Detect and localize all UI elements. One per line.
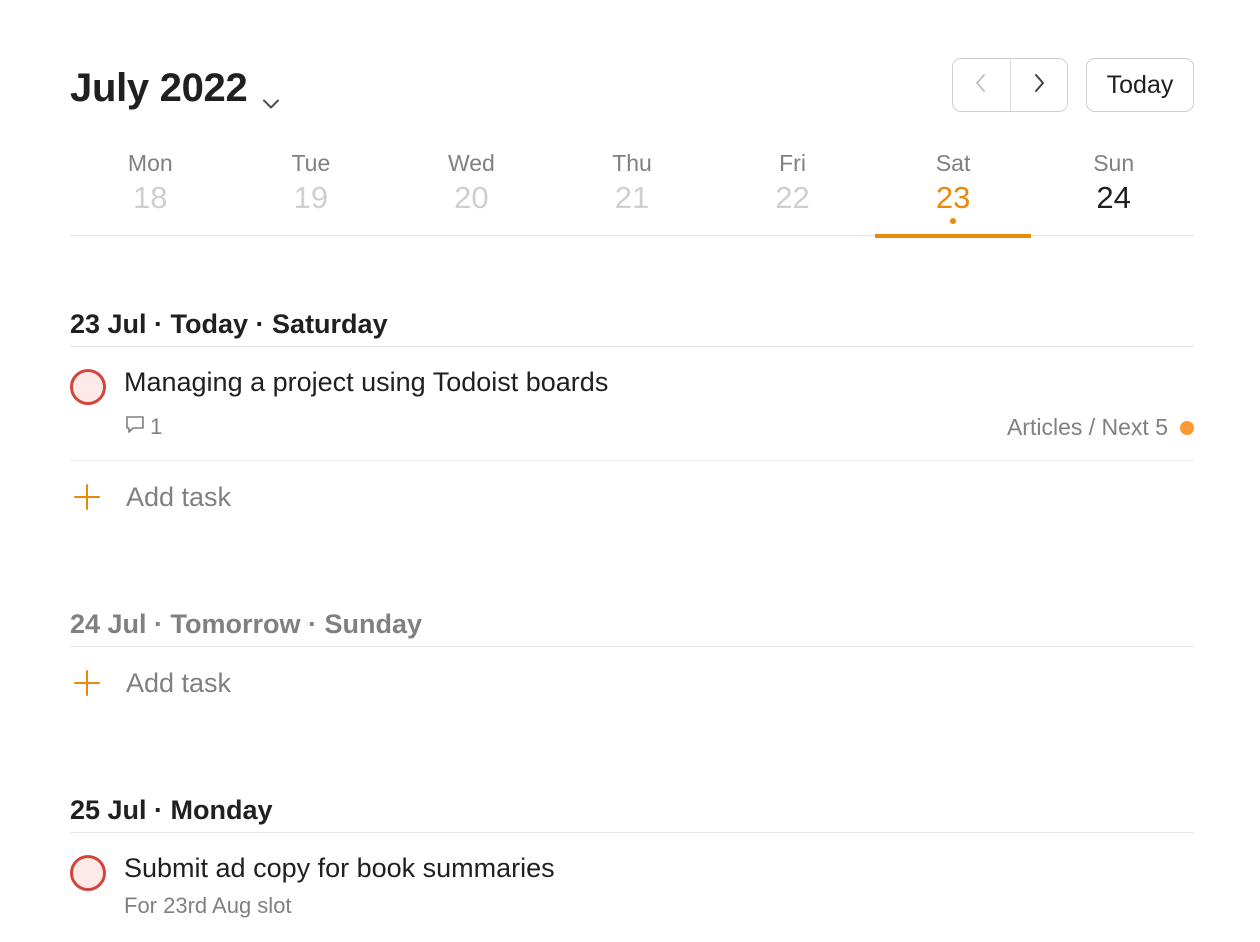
add-task-button[interactable]: Add task: [70, 647, 1194, 719]
day-name: Thu: [612, 150, 652, 176]
has-tasks-dot: [950, 218, 957, 224]
day-name: Tue: [291, 150, 331, 176]
week-nav: [952, 58, 1068, 112]
day-number: 21: [614, 180, 650, 215]
day-thu[interactable]: Thu 21: [552, 146, 713, 236]
day-tue[interactable]: Tue 19: [231, 146, 392, 236]
day-section-monday: 25 Jul · Monday Submit ad copy for book …: [70, 788, 1194, 933]
month-picker[interactable]: July 2022: [70, 66, 281, 111]
day-sun[interactable]: Sun 24: [1033, 146, 1194, 236]
comment-icon: [124, 413, 150, 441]
day-wed[interactable]: Wed 20: [391, 146, 552, 236]
day-section-today: 23 Jul · Today · Saturday Managing a pro…: [70, 302, 1194, 533]
section-heading: 25 Jul · Monday: [70, 788, 1194, 833]
day-section-tomorrow: 24 Jul · Tomorrow · Sunday Add task: [70, 602, 1194, 719]
previous-week-button[interactable]: [953, 59, 1010, 111]
add-task-button[interactable]: Add task: [70, 461, 1194, 533]
day-number: 22: [775, 180, 810, 215]
section-heading: 24 Jul · Tomorrow · Sunday: [70, 602, 1194, 647]
task-description: For 23rd Aug slot: [124, 893, 292, 918]
day-name: Wed: [447, 150, 495, 176]
task-title[interactable]: Submit ad copy for book summaries: [124, 853, 555, 884]
project-label: Articles / Next 5: [1006, 414, 1168, 440]
day-number: 18: [133, 180, 168, 215]
day-name: Mon: [127, 150, 173, 176]
day-name: Sun: [1093, 150, 1135, 176]
next-week-button[interactable]: [1009, 59, 1068, 111]
task-checkbox[interactable]: [70, 369, 106, 405]
week-strip: Mon 18 Tue 19 Wed 20 Thu 21 Fri 22 Sat 2…: [70, 146, 1194, 238]
day-number: 19: [293, 180, 329, 215]
plus-icon: [70, 480, 104, 514]
task-item[interactable]: Managing a project using Todoist boards …: [70, 347, 1194, 461]
day-name: Sat: [935, 150, 971, 176]
chevron-down-icon: [261, 79, 281, 108]
task-item[interactable]: Submit ad copy for book summaries For 23…: [70, 833, 1194, 933]
chevron-right-icon: [1030, 72, 1048, 99]
day-fri[interactable]: Fri 22: [712, 146, 873, 236]
add-task-label: Add task: [126, 481, 232, 512]
month-title: July 2022: [70, 66, 248, 110]
day-name: Fri: [779, 150, 806, 176]
task-checkbox[interactable]: [70, 855, 106, 891]
comment-count[interactable]: 1: [124, 413, 162, 441]
plus-icon: [70, 666, 104, 700]
project-color-dot: [1180, 420, 1194, 435]
day-number: 24: [1096, 180, 1131, 215]
calendar-header: July 2022 Today: [70, 58, 1194, 116]
section-heading: 23 Jul · Today · Saturday: [70, 302, 1194, 347]
day-mon[interactable]: Mon 18: [70, 146, 231, 236]
task-project[interactable]: Articles / Next 5: [1007, 414, 1194, 441]
day-number: 20: [454, 180, 489, 215]
chevron-left-icon: [972, 72, 990, 99]
day-sat[interactable]: Sat 23: [873, 146, 1034, 238]
task-title[interactable]: Managing a project using Todoist boards: [124, 367, 608, 398]
upcoming-view: July 2022 Today Mon 18 Tue 19 Wed 20 Thu…: [70, 0, 1194, 942]
comment-count-value: 1: [150, 414, 163, 439]
day-number: 23: [935, 180, 971, 215]
add-task-label: Add task: [126, 667, 232, 698]
today-button[interactable]: Today: [1086, 58, 1194, 112]
selected-day-underline: [874, 234, 1032, 238]
